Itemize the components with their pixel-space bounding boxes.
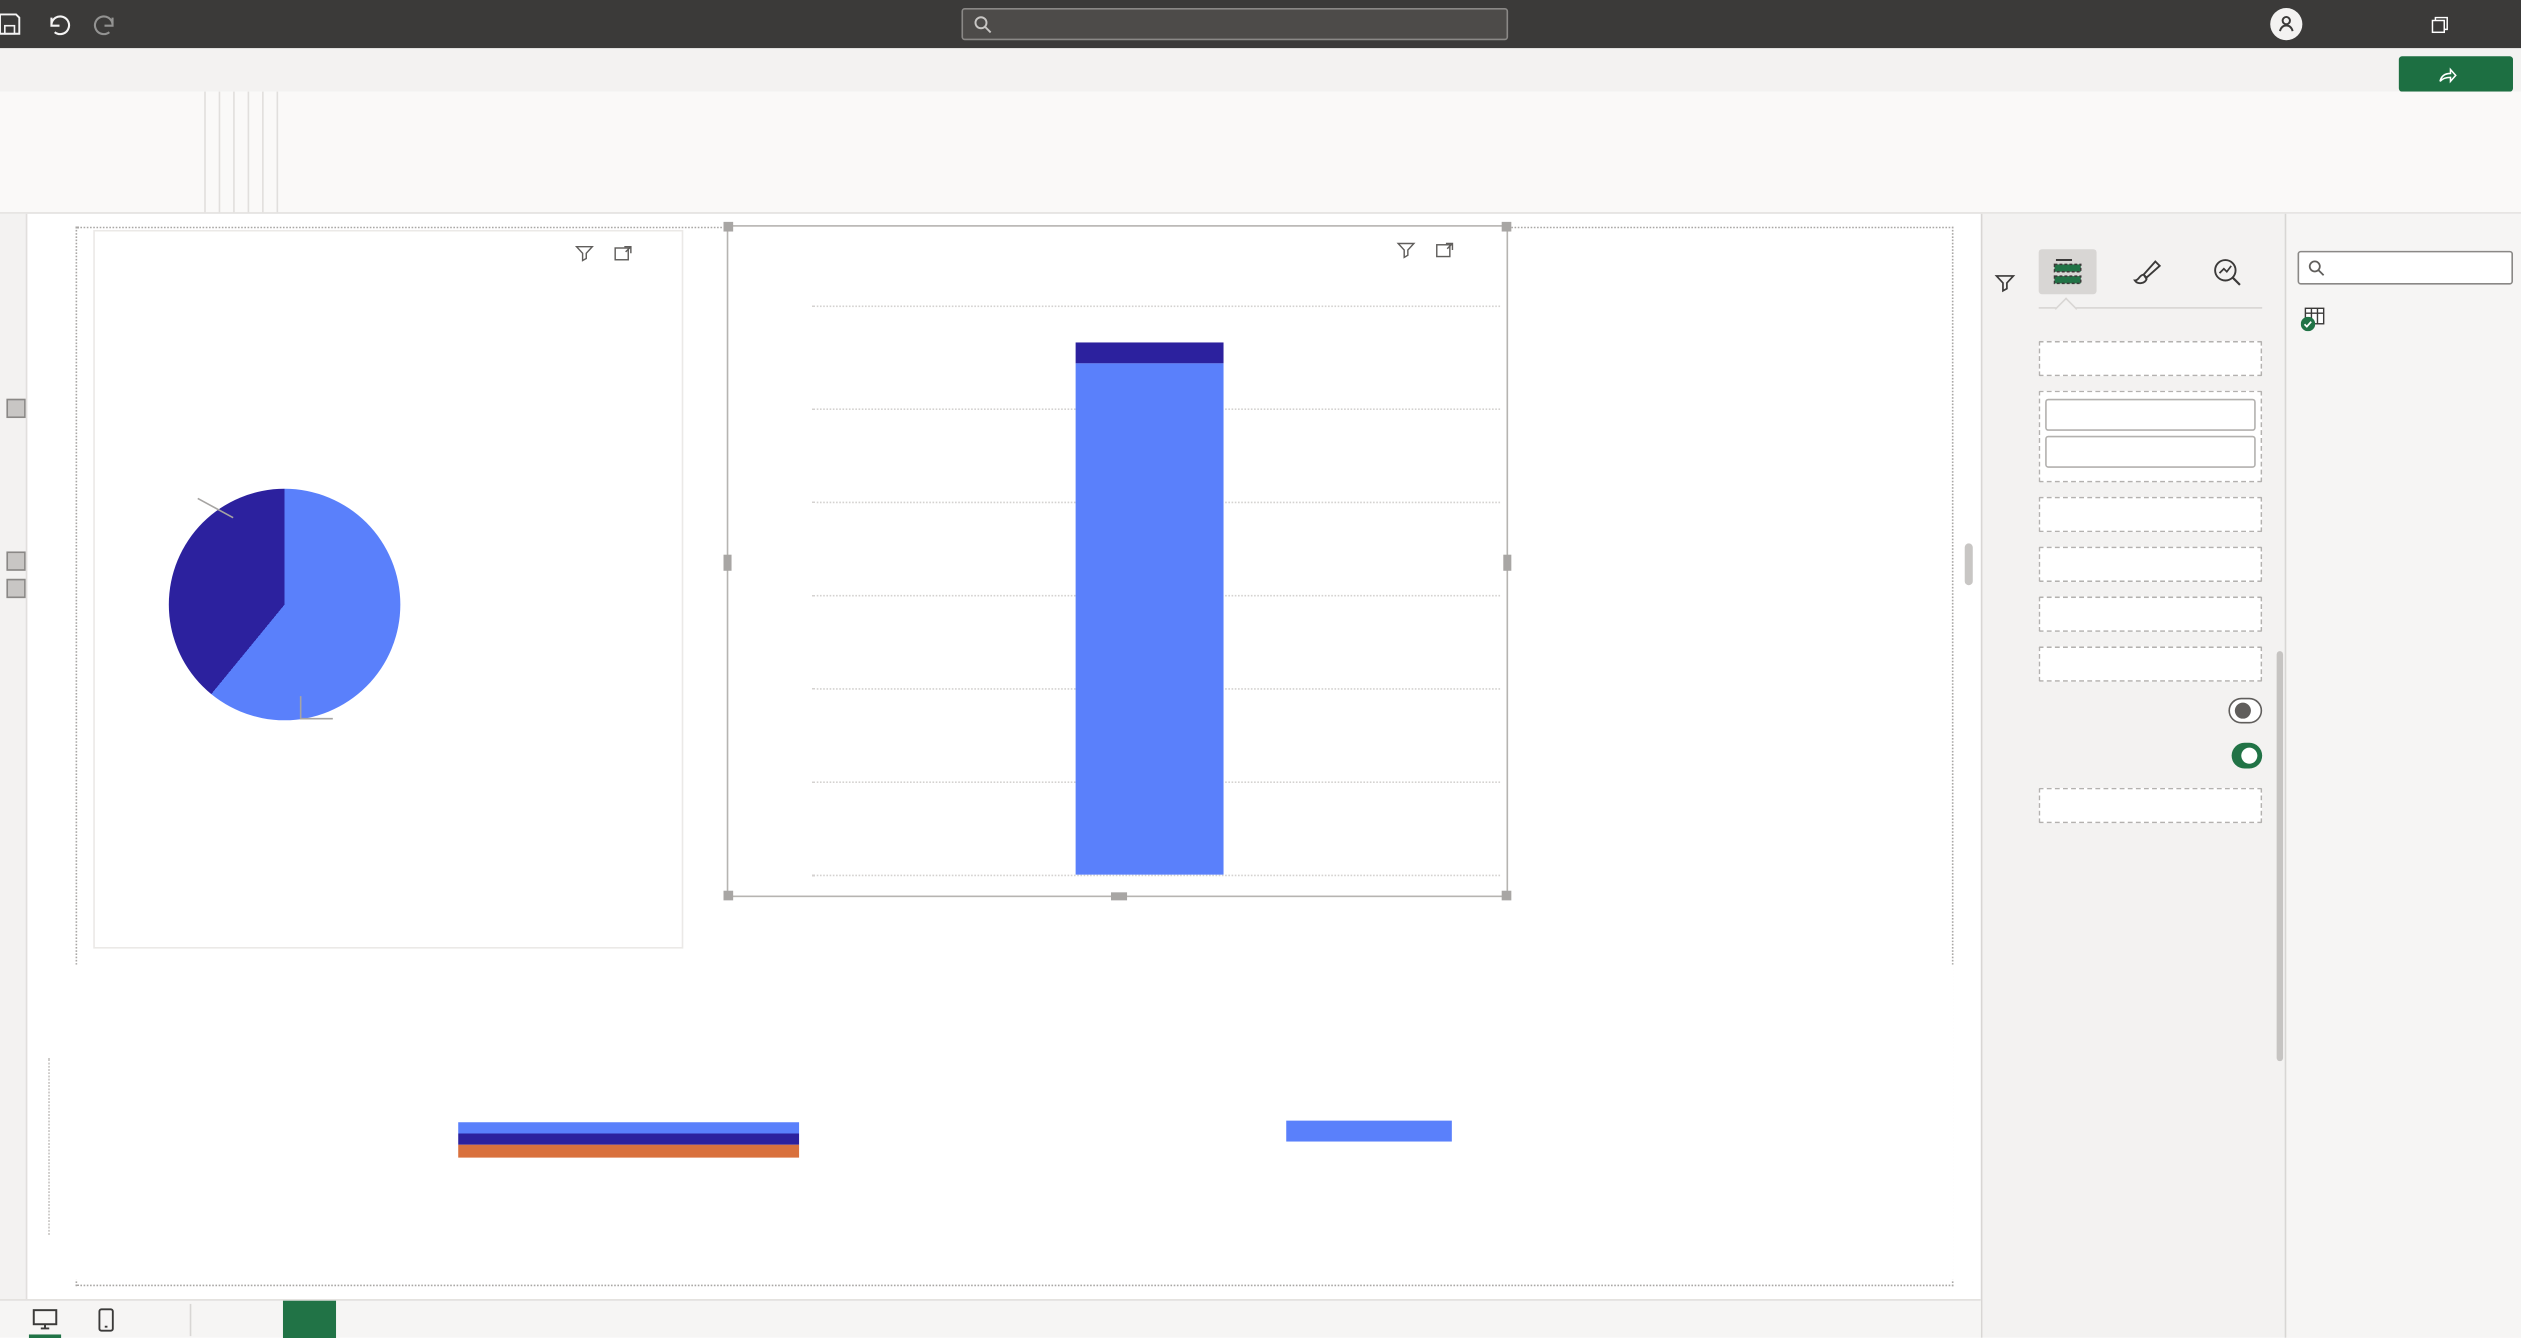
resize-handle[interactable] bbox=[1502, 222, 1512, 232]
line-y-axis-dropzone[interactable] bbox=[2039, 497, 2262, 532]
filter-icon bbox=[1994, 272, 2017, 295]
ribbon-tabs bbox=[0, 48, 2521, 91]
clustered-bar-chart-visual[interactable] bbox=[48, 965, 1953, 1280]
costExpenses-bar[interactable] bbox=[458, 1145, 799, 1158]
minimize-button[interactable] bbox=[2357, 0, 2412, 48]
view-nav-strip[interactable] bbox=[0, 214, 27, 1299]
data-panel bbox=[2285, 214, 2521, 1338]
resize-handle[interactable] bbox=[1111, 892, 1127, 900]
avatar[interactable] bbox=[2270, 8, 2302, 40]
ribbon-group-queries bbox=[220, 92, 234, 213]
ribbon-group-data bbox=[206, 92, 220, 213]
build-visual-tab[interactable] bbox=[2039, 249, 2097, 294]
share-button[interactable] bbox=[2399, 56, 2513, 91]
global-search[interactable] bbox=[961, 8, 1508, 40]
field-wells bbox=[2039, 341, 2262, 682]
stacked-column-chart-visual[interactable] bbox=[727, 225, 1508, 897]
field-pill-plannedBudget[interactable] bbox=[2045, 399, 2256, 431]
data-search-input[interactable] bbox=[2333, 258, 2503, 277]
desktop-layout-icon[interactable] bbox=[29, 1306, 61, 1335]
maximize-button[interactable] bbox=[2412, 0, 2467, 48]
visualizations-panel bbox=[2024, 214, 2272, 1338]
small-multiples-dropzone[interactable] bbox=[2039, 596, 2262, 631]
close-button[interactable] bbox=[2466, 0, 2521, 48]
resize-handle[interactable] bbox=[724, 222, 734, 232]
resize-handle[interactable] bbox=[724, 555, 732, 571]
column-plot-area bbox=[760, 305, 1500, 893]
totalCost-bar[interactable] bbox=[458, 1122, 799, 1133]
model-view-icon[interactable] bbox=[6, 579, 25, 598]
power-bi-desktop-window bbox=[0, 0, 2521, 1338]
gridline bbox=[812, 875, 1500, 877]
pie-chart[interactable] bbox=[169, 489, 401, 721]
search-input[interactable] bbox=[1002, 14, 1497, 33]
column-legend-dropzone[interactable] bbox=[2039, 547, 2262, 582]
resize-handle[interactable] bbox=[1502, 891, 1512, 901]
data-search[interactable] bbox=[2298, 251, 2513, 285]
ribbon-group-sensitivity bbox=[264, 92, 278, 213]
undo-icon[interactable] bbox=[45, 11, 71, 37]
pie-chart-visual[interactable] bbox=[93, 230, 683, 949]
data-view-icon[interactable] bbox=[6, 551, 25, 570]
column-y-axis-dropzone[interactable] bbox=[2039, 391, 2262, 483]
gridline bbox=[48, 1058, 50, 1235]
resize-handle[interactable] bbox=[724, 891, 734, 901]
format-visual-tab[interactable] bbox=[2118, 249, 2176, 294]
add-page-button[interactable] bbox=[283, 1301, 336, 1338]
filter-icon[interactable] bbox=[572, 241, 595, 264]
totalCost-bar-segment[interactable] bbox=[1286, 1121, 1452, 1142]
mobile-layout-icon[interactable] bbox=[90, 1306, 122, 1335]
gridline bbox=[812, 305, 1500, 307]
save-icon[interactable] bbox=[0, 11, 23, 37]
ribbon-group-share bbox=[278, 92, 291, 213]
panel-mode-tabs bbox=[2039, 249, 2262, 308]
canvas-scrollbar[interactable] bbox=[1965, 543, 1973, 585]
cross-report-toggle[interactable] bbox=[2228, 698, 2262, 724]
resize-handle[interactable] bbox=[1503, 555, 1511, 571]
filters-pane-collapsed bbox=[1982, 214, 2024, 1338]
ribbon-group-calculations bbox=[249, 92, 263, 213]
page-tab[interactable] bbox=[211, 1301, 230, 1338]
table-icon bbox=[2304, 305, 2327, 328]
group-caption bbox=[0, 207, 204, 212]
more-options-icon[interactable] bbox=[650, 241, 673, 264]
ribbon bbox=[0, 92, 2521, 214]
remainingBudget-bar-segment[interactable] bbox=[1076, 342, 1224, 363]
search-icon bbox=[973, 14, 992, 33]
field-pill-remainingBudget[interactable] bbox=[2045, 436, 2256, 468]
table-tree-item[interactable] bbox=[2298, 305, 2513, 328]
search-icon bbox=[2307, 259, 2325, 277]
analytics-tab[interactable] bbox=[2198, 249, 2256, 294]
focus-mode-icon[interactable] bbox=[611, 241, 634, 264]
focus-mode-icon[interactable] bbox=[1433, 238, 1456, 261]
page-navigation-bar bbox=[0, 1299, 1981, 1338]
titlebar bbox=[0, 0, 2521, 48]
panel-scrollbar[interactable] bbox=[2275, 214, 2285, 1338]
filter-icon[interactable] bbox=[1394, 238, 1417, 261]
ribbon-group-clipboard bbox=[0, 92, 206, 213]
costLabors-bar[interactable] bbox=[458, 1133, 799, 1144]
redo-icon[interactable] bbox=[93, 11, 119, 37]
x-axis-dropzone[interactable] bbox=[2039, 341, 2262, 376]
tooltips-dropzone[interactable] bbox=[2039, 646, 2262, 681]
keep-all-filters-toggle[interactable] bbox=[2232, 743, 2263, 769]
ribbon-group-insert bbox=[235, 92, 249, 213]
report-view-icon[interactable] bbox=[6, 399, 25, 418]
right-panels bbox=[1981, 214, 2521, 1338]
plannedBudget-bar-segment[interactable] bbox=[1076, 363, 1224, 874]
more-options-icon[interactable] bbox=[1471, 238, 1494, 261]
drill-through-dropzone[interactable] bbox=[2039, 788, 2262, 823]
